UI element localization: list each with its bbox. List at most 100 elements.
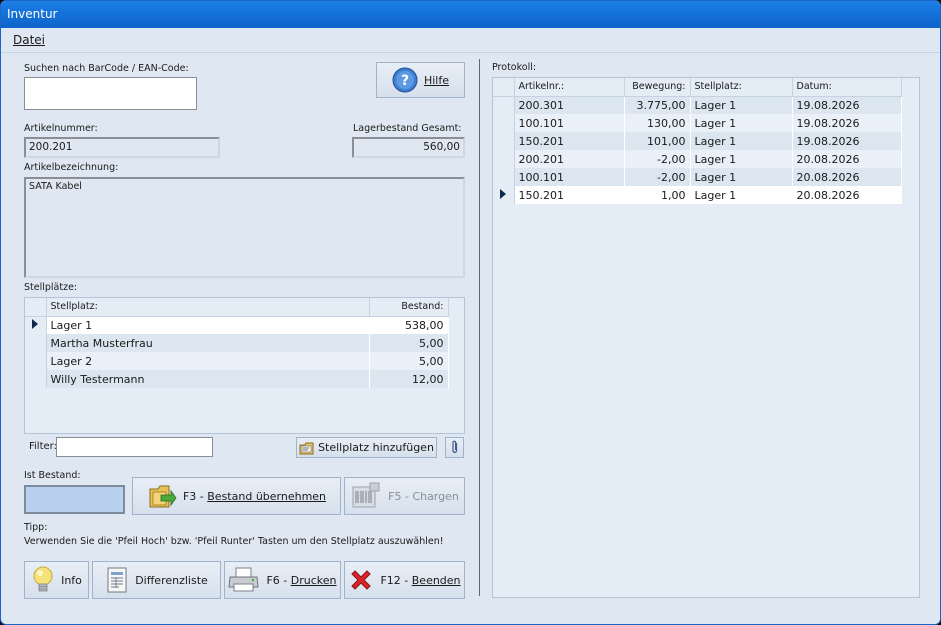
location-row[interactable]: Lager 1 538,00	[25, 316, 449, 334]
protocol-article-cell[interactable]: 150.201	[514, 132, 625, 150]
row-indicator	[493, 114, 515, 132]
protocol-date-cell[interactable]: 20.08.2026	[792, 168, 902, 186]
barcode-search-input[interactable]	[28, 80, 193, 107]
search-label: Suchen nach BarCode / EAN-Code:	[24, 63, 189, 74]
attach-button[interactable]	[445, 437, 464, 458]
filter-field[interactable]	[56, 437, 213, 457]
location-stock-cell[interactable]: 5,00	[369, 352, 449, 370]
protocol-location-cell[interactable]: Lager 1	[690, 96, 793, 114]
protocol-location-cell[interactable]: Lager 1	[690, 114, 793, 132]
svg-text:?: ?	[401, 73, 409, 89]
quit-shortcut: F12 -	[380, 573, 412, 587]
row-indicator	[25, 334, 47, 352]
protocol-movement-cell[interactable]: -2,00	[624, 150, 691, 168]
document-list-icon	[107, 567, 127, 593]
row-pointer-icon	[32, 318, 39, 329]
apply-stock-icon	[149, 485, 177, 508]
help-button-label: Hilfe	[423, 73, 450, 87]
add-location-button[interactable]: Stellplatz hinzufügen	[296, 437, 437, 458]
protocol-movement-cell[interactable]: -2,00	[624, 168, 691, 186]
window-title: Inventur	[7, 7, 58, 21]
protocol-row[interactable]: 100.101 130,00 Lager 1 19.08.2026	[493, 114, 902, 132]
protocol-article-cell[interactable]: 100.101	[514, 114, 625, 132]
info-button[interactable]: Info	[24, 561, 89, 599]
protocol-movement-cell[interactable]: 1,00	[624, 186, 691, 204]
locations-grid: Stellplatz: Bestand: Lager 1 538,00 Mart…	[24, 297, 465, 434]
quit-text: Beenden	[411, 573, 461, 587]
difference-list-button[interactable]: Differenzliste	[92, 561, 221, 599]
location-name-cell[interactable]: Willy Testermann	[46, 370, 370, 388]
row-indicator	[493, 150, 515, 168]
print-text: Drucken	[290, 573, 337, 587]
protocol-row[interactable]: 150.201 101,00 Lager 1 19.08.2026	[493, 132, 902, 150]
location-row[interactable]: Martha Musterfrau 5,00	[25, 334, 449, 352]
quit-button[interactable]: F12 - Beenden	[344, 561, 465, 599]
protocol-row[interactable]: 200.301 3.775,00 Lager 1 19.08.2026	[493, 96, 902, 114]
row-indicator	[25, 316, 47, 334]
protocol-date-cell[interactable]: 20.08.2026	[792, 186, 902, 204]
protocol-date-cell[interactable]: 19.08.2026	[792, 96, 902, 114]
protocol-date-cell[interactable]: 19.08.2026	[792, 114, 902, 132]
column-header-date[interactable]: Datum:	[792, 78, 902, 97]
location-stock-cell[interactable]: 538,00	[369, 316, 449, 334]
column-header-article[interactable]: Artikelnr.:	[514, 78, 625, 97]
protocol-movement-cell[interactable]: 130,00	[624, 114, 691, 132]
protocol-location-cell[interactable]: Lager 1	[690, 168, 793, 186]
location-row[interactable]: Lager 2 5,00	[25, 352, 449, 370]
protocol-article-cell[interactable]: 200.201	[514, 150, 625, 168]
print-shortcut: F6 -	[266, 573, 291, 587]
row-indicator	[25, 370, 47, 388]
apply-stock-button-label: F3 - Bestand übernehmen	[183, 490, 326, 503]
column-header-stock[interactable]: Bestand:	[369, 298, 449, 317]
protocol-row[interactable]: 200.201 -2,00 Lager 1 20.08.2026	[493, 150, 902, 168]
batches-button[interactable]: F5 - Chargen	[344, 477, 465, 515]
barcode-search-field[interactable]	[24, 77, 197, 110]
stock-total-value: 560,00	[423, 141, 460, 153]
title-bar[interactable]: Inventur	[1, 1, 940, 28]
location-stock-cell[interactable]: 12,00	[369, 370, 449, 388]
location-row[interactable]: Willy Testermann 12,00	[25, 370, 449, 388]
description-value: SATA Kabel	[29, 181, 82, 192]
protocol-date-cell[interactable]: 19.08.2026	[792, 132, 902, 150]
protocol-movement-cell[interactable]: 3.775,00	[624, 96, 691, 114]
article-number-label: Artikelnummer:	[24, 123, 98, 134]
column-header-movement[interactable]: Bewegung:	[624, 78, 691, 97]
column-header-location[interactable]: Stellplatz:	[46, 298, 370, 317]
row-indicator	[25, 352, 47, 370]
protocol-location-cell[interactable]: Lager 1	[690, 132, 793, 150]
tip-text: Verwenden Sie die 'Pfeil Hoch' bzw. 'Pfe…	[24, 536, 444, 547]
column-header-location[interactable]: Stellplatz:	[690, 78, 793, 97]
add-location-button-label: Stellplatz hinzufügen	[318, 441, 434, 454]
menu-file[interactable]: Datei	[13, 33, 45, 47]
print-button[interactable]: F6 - Drucken	[224, 561, 341, 599]
protocol-grid: Artikelnr.: Bewegung: Stellplatz: Datum:…	[492, 77, 920, 598]
protocol-article-cell[interactable]: 200.301	[514, 96, 625, 114]
location-name-cell[interactable]: Lager 1	[46, 316, 370, 334]
protocol-row[interactable]: 100.101 -2,00 Lager 1 20.08.2026	[493, 168, 902, 186]
location-name-cell[interactable]: Martha Musterfrau	[46, 334, 370, 352]
stock-total-label: Lagerbestand Gesamt:	[353, 123, 462, 134]
location-name-cell[interactable]: Lager 2	[46, 352, 370, 370]
inventory-window: Inventur Datei Suchen nach BarCode / EAN…	[0, 0, 941, 625]
protocol-location-cell[interactable]: Lager 1	[690, 150, 793, 168]
row-indicator	[493, 186, 515, 204]
protocol-location-cell[interactable]: Lager 1	[690, 186, 793, 204]
info-button-label: Info	[61, 573, 82, 587]
protocol-article-cell[interactable]: 150.201	[514, 186, 625, 204]
help-button[interactable]: ? Hilfe	[376, 62, 465, 98]
protocol-movement-cell[interactable]: 101,00	[624, 132, 691, 150]
protocol-article-cell[interactable]: 100.101	[514, 168, 625, 186]
printer-icon	[228, 567, 260, 592]
protocol-date-cell[interactable]: 20.08.2026	[792, 150, 902, 168]
actual-stock-input[interactable]	[29, 489, 120, 510]
tip-label: Tipp:	[24, 522, 48, 533]
protocol-row[interactable]: 150.201 1,00 Lager 1 20.08.2026	[493, 186, 902, 204]
barcode-scanner-icon	[352, 482, 380, 508]
description-label: Artikelbezeichnung:	[24, 162, 119, 173]
apply-stock-button[interactable]: F3 - Bestand übernehmen	[132, 477, 341, 515]
location-stock-cell[interactable]: 5,00	[369, 334, 449, 352]
actual-stock-field[interactable]	[24, 485, 125, 514]
close-icon	[351, 570, 372, 590]
stock-total-field: 560,00	[352, 137, 465, 158]
filter-input[interactable]	[60, 440, 209, 454]
